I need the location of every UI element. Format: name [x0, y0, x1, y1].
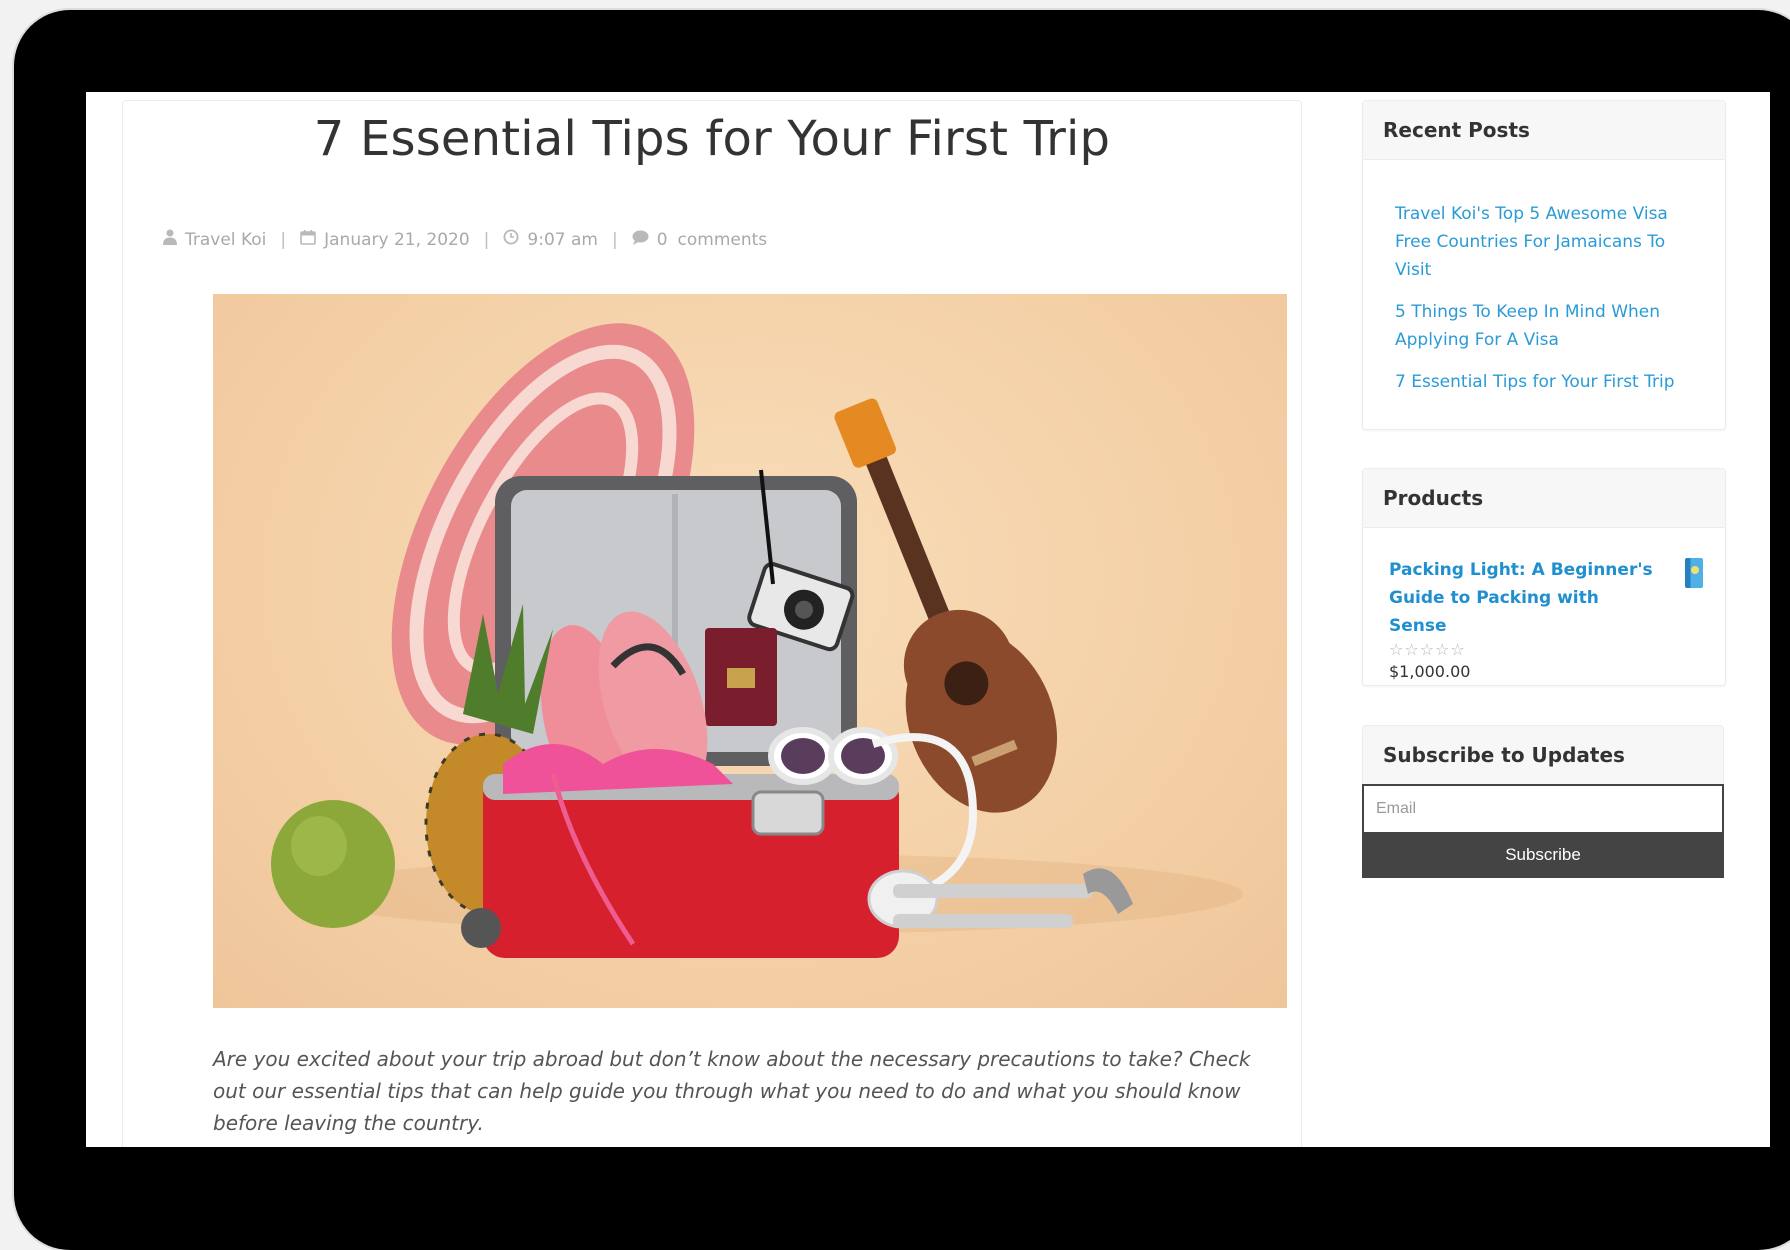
recent-post-link[interactable]: Travel Koi's Top 5 Awesome Visa Free Cou… [1395, 204, 1668, 280]
recent-posts-list: Travel Koi's Top 5 Awesome Visa Free Cou… [1363, 160, 1725, 396]
post-intro: Are you excited about your trip abroad b… [213, 1047, 1251, 1135]
list-item: 5 Things To Keep In Mind When Applying F… [1395, 298, 1695, 354]
browser-viewport: 7 Essential Tips for Your First Trip Tra… [86, 92, 1770, 1147]
post-meta: Travel Koi | January 21, 2020 | 9:07 am … [163, 229, 767, 250]
product-item: Packing Light: A Beginner's Guide to Pac… [1363, 528, 1725, 681]
meta-separator: | [483, 229, 490, 250]
meta-separator: | [611, 229, 618, 250]
comments-link[interactable]: comments [678, 230, 768, 250]
product-price: $1,000.00 [1389, 662, 1471, 681]
device-frame: 7 Essential Tips for Your First Trip Tra… [14, 10, 1790, 1250]
products-widget: Products Packing Light: A Beginner's Gui… [1362, 468, 1726, 686]
star-rating: ☆☆☆☆☆ [1389, 640, 1466, 659]
subscribe-widget: Subscribe to Updates Subscribe [1362, 725, 1724, 901]
blog-post: 7 Essential Tips for Your First Trip Tra… [122, 100, 1302, 1147]
recent-post-link[interactable]: 5 Things To Keep In Mind When Applying F… [1395, 302, 1660, 350]
meta-separator: | [280, 229, 287, 250]
list-item: Travel Koi's Top 5 Awesome Visa Free Cou… [1395, 200, 1695, 284]
book-icon[interactable] [1685, 558, 1703, 588]
post-time: 9:07 am [527, 229, 598, 250]
widget-title: Recent Posts [1363, 101, 1725, 160]
subscribe-button[interactable]: Subscribe [1362, 832, 1724, 878]
calendar-icon [300, 229, 316, 250]
widget-title: Subscribe to Updates [1362, 725, 1724, 784]
recent-post-link[interactable]: 7 Essential Tips for Your First Trip [1395, 372, 1675, 392]
post-title: 7 Essential Tips for Your First Trip [313, 111, 1111, 167]
comment-icon [632, 230, 649, 250]
widget-title: Products [1363, 469, 1725, 528]
product-link[interactable]: Packing Light: A Beginner's Guide to Pac… [1389, 556, 1659, 640]
recent-posts-widget: Recent Posts Travel Koi's Top 5 Awesome … [1362, 100, 1726, 430]
clock-icon [503, 229, 519, 250]
post-author-link[interactable]: Travel Koi [185, 230, 266, 250]
travel-suitcase-illustration [271, 323, 1243, 958]
comment-count: 0 [656, 229, 668, 250]
user-icon [163, 229, 177, 250]
email-field[interactable] [1362, 784, 1724, 832]
featured-image [213, 294, 1287, 1008]
list-item: 7 Essential Tips for Your First Trip [1395, 368, 1695, 396]
post-date: January 21, 2020 [324, 229, 470, 250]
